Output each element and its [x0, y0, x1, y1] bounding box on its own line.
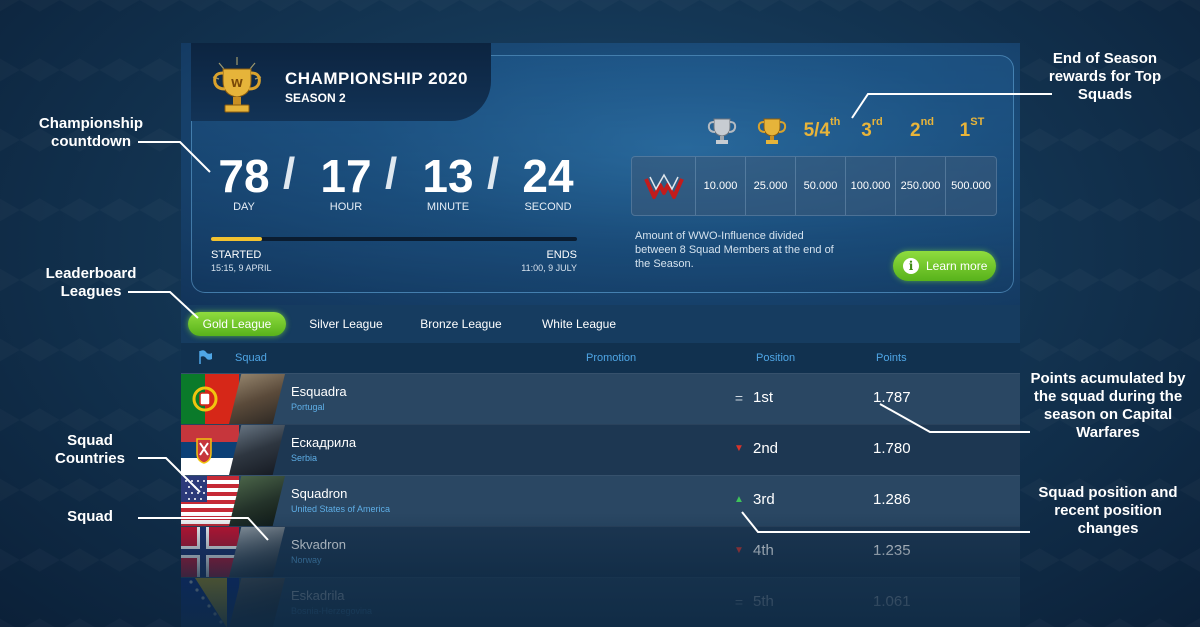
countdown-hours: 17	[320, 150, 372, 202]
squad-name: Skvadron	[291, 537, 346, 552]
tab-silver-league[interactable]: Silver League	[301, 312, 391, 336]
countdown-separator: /	[487, 149, 500, 198]
trend-down-icon: ▼	[734, 545, 744, 556]
squad-position: 1st	[753, 389, 774, 406]
serbia-flag-icon	[181, 425, 239, 475]
rewards-rank-header: 5/4th 3rd 2nd 1ST	[697, 113, 997, 149]
squad-country: Portugal	[291, 402, 325, 412]
rank-5-4th: 5/4th	[803, 116, 841, 141]
annotation-position: Squad position and recent position chang…	[1038, 484, 1178, 537]
bosnia-flag-icon	[181, 578, 239, 627]
header-points[interactable]: Points	[876, 352, 907, 364]
trend-up-icon: ▲	[734, 494, 744, 505]
squad-position: 3rd	[753, 491, 775, 508]
ends-date: 11:00, 9 JULY	[521, 263, 577, 273]
squad-points: 1.780	[873, 440, 911, 457]
learn-more-button[interactable]: i Learn more	[893, 251, 996, 281]
reward-amount: 250.000	[896, 157, 946, 215]
squad-name: Eskadrila	[291, 588, 345, 603]
squad-country: Norway	[291, 555, 322, 565]
reward-amount: 100.000	[846, 157, 896, 215]
squad-position: 5th	[753, 593, 774, 610]
countdown: 78 / 17 / 13 / 24 DAY HOUR MINUTE SECOND	[209, 149, 579, 219]
squad-name: Esquadra	[291, 384, 347, 399]
league-tabs: Gold League Silver League Bronze League …	[181, 305, 1020, 343]
annotation-squad: Squad	[67, 508, 113, 525]
reward-amount: 10.000	[696, 157, 746, 215]
squad-points: 1.286	[873, 491, 911, 508]
annotation-leagues: Leaderboard Leagues	[45, 265, 137, 300]
rewards-table: 10.000 25.000 50.000 100.000 250.000 500…	[631, 156, 997, 216]
table-header: Squad Promotion Position Points	[181, 343, 1020, 373]
portugal-flag-icon	[181, 374, 239, 424]
norway-flag-icon	[181, 527, 239, 577]
flag-icon	[199, 350, 212, 364]
annotation-rewards: End of Season rewards for Top Squads	[1048, 50, 1162, 103]
title-tab: W CHAMPIONSHIP 2020 SEASON 2	[191, 43, 491, 121]
squad-points: 1.061	[873, 593, 911, 610]
started-label: STARTED	[211, 249, 262, 261]
wwo-logo-icon	[632, 157, 696, 215]
table-row[interactable]: Esquadra Portugal = 1st 1.787	[181, 373, 1020, 424]
ends-label: ENDS	[546, 249, 577, 261]
annotation-countdown: Championship countdown	[38, 115, 144, 150]
trend-same-icon: =	[734, 390, 744, 406]
svg-text:W: W	[231, 77, 243, 90]
rank-2nd: 2nd	[909, 116, 935, 141]
squad-name: Ескадрила	[291, 435, 357, 450]
reward-amount: 500.000	[951, 180, 991, 192]
countdown-hours-label: HOUR	[329, 201, 363, 213]
usa-flag-icon	[181, 476, 239, 526]
reward-amount: 50.000	[796, 157, 846, 215]
learn-more-label: Learn more	[926, 259, 988, 273]
header-promotion[interactable]: Promotion	[586, 352, 636, 364]
gold-trophy-icon	[747, 113, 797, 149]
table-row[interactable]: Ескадрила Serbia ▼ 2nd 1.780	[181, 424, 1020, 475]
table-row[interactable]: Skvadron Norway ▼ 4th 1.235	[181, 526, 1020, 577]
started-date: 15:15, 9 APRIL	[211, 263, 272, 273]
header-squad[interactable]: Squad	[235, 352, 267, 364]
squad-position: 2nd	[753, 440, 779, 457]
info-icon: i	[903, 258, 919, 274]
trend-same-icon: =	[734, 594, 744, 610]
season-progress-bar	[211, 237, 577, 241]
rewards-description: Amount of WWO-Influence divided between …	[635, 230, 834, 270]
countdown-minutes-label: MINUTE	[426, 201, 470, 213]
squad-country: Bosnia-Herzegovina	[291, 606, 373, 616]
annotation-points: Points acumulated by the squad during th…	[1030, 370, 1186, 441]
season-label: SEASON 2	[285, 91, 346, 105]
gold-trophy-icon: W	[212, 57, 262, 113]
tab-white-league[interactable]: White League	[533, 312, 625, 336]
countdown-days-label: DAY	[233, 201, 255, 213]
hero-banner: W CHAMPIONSHIP 2020 SEASON 2 78 / 17 / 1…	[181, 43, 1020, 305]
championship-panel: W CHAMPIONSHIP 2020 SEASON 2 78 / 17 / 1…	[181, 43, 1020, 627]
squad-country: Serbia	[291, 453, 318, 463]
countdown-seconds-label: SECOND	[524, 201, 572, 213]
trend-down-icon: ▼	[734, 443, 744, 454]
header-position[interactable]: Position	[756, 352, 795, 364]
table-row[interactable]: Eskadrila Bosnia-Herzegovina = 5th 1.061	[181, 577, 1020, 627]
squad-country: United States of America	[291, 504, 391, 514]
countdown-separator: /	[283, 149, 296, 198]
countdown-days: 78	[218, 150, 270, 202]
rank-3rd: 3rd	[861, 116, 883, 141]
squad-position: 4th	[753, 542, 774, 559]
squad-name: Squadron	[291, 486, 348, 501]
tab-gold-league[interactable]: Gold League	[188, 312, 286, 336]
season-progress-fill	[211, 237, 263, 241]
tab-bronze-league[interactable]: Bronze League	[413, 312, 509, 336]
countdown-minutes: 13	[422, 150, 474, 202]
table-row[interactable]: Squadron United States of America ▲ 3rd …	[181, 475, 1020, 526]
countdown-separator: /	[385, 149, 398, 198]
silver-trophy-icon	[697, 113, 747, 149]
reward-amount: 25.000	[746, 157, 796, 215]
squad-points: 1.235	[873, 542, 911, 559]
countdown-seconds: 24	[522, 150, 574, 202]
championship-title: CHAMPIONSHIP 2020	[285, 69, 468, 88]
annotation-countries: Squad Countries	[54, 432, 125, 467]
squad-points: 1.787	[873, 389, 911, 406]
rank-1st: 1ST	[959, 116, 985, 141]
